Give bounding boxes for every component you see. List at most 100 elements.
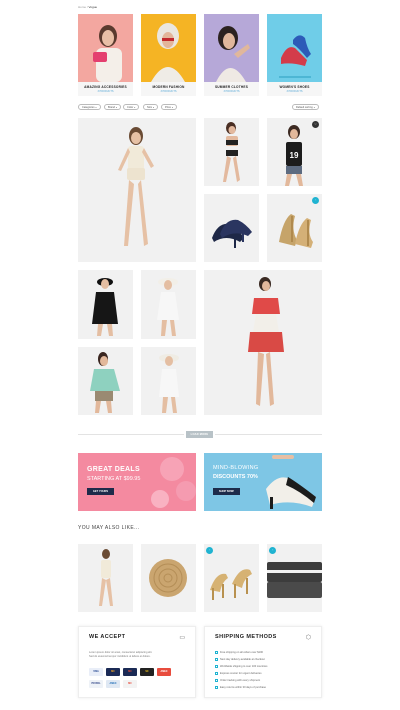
product-image: [279, 214, 313, 248]
category-tile-womens-shoes[interactable]: WOMEN'S SHOES 3 PRODUCTS: [267, 14, 322, 96]
card-icon: MC: [123, 680, 137, 688]
product-card-large[interactable]: [204, 270, 322, 415]
product-card[interactable]: [78, 347, 133, 415]
balloons-image: [151, 457, 196, 508]
filter-size[interactable]: Size▾: [143, 104, 159, 110]
promo-banner-discounts[interactable]: MIND-BLOWING DISCOUNTS 70% SHOP NOW!: [204, 453, 322, 511]
divider: [78, 434, 184, 435]
shipping-item: Next day delivery available at checkout: [215, 658, 311, 662]
chevron-down-icon: ▾: [134, 107, 136, 109]
product-card[interactable]: [204, 118, 259, 186]
category-image: [267, 14, 322, 82]
box-icon: ⬡: [305, 635, 311, 641]
load-more-button[interactable]: LOAD MORE: [186, 431, 213, 438]
chevron-down-icon: ▾: [95, 107, 97, 109]
svg-text:19: 19: [290, 151, 299, 160]
chevron-down-icon: ▾: [171, 107, 173, 109]
category-title: SUMMER CLOTHES: [214, 85, 249, 89]
we-accept-card: WE ACCEPT ▭ Lorem ipsum dolor sit amet, …: [78, 626, 196, 698]
related-product-card[interactable]: [141, 544, 196, 612]
cart-icon[interactable]: ◔: [206, 547, 213, 554]
category-count: 3 PRODUCTS: [223, 90, 240, 93]
category-image: [141, 14, 196, 82]
shipping-item: Free shipping on all orders over $100: [215, 651, 311, 655]
category-title: MODERN FASHION: [152, 85, 185, 89]
category-tile-accessories[interactable]: AMAZING ACCESSORIES 3 PRODUCTS: [78, 14, 133, 96]
shop-now-button[interactable]: SHOP NOW!: [213, 488, 240, 495]
chevron-down-icon: ▾: [313, 107, 315, 109]
category-title: WOMEN'S SHOES: [279, 85, 310, 89]
related-product-card[interactable]: [78, 544, 133, 612]
category-count: 3 PRODUCTS: [160, 90, 177, 93]
product-image: [159, 354, 179, 413]
product-image: [212, 219, 252, 248]
product-card[interactable]: [78, 270, 133, 339]
product-card[interactable]: [141, 270, 196, 339]
category-count: 3 PRODUCTS: [97, 90, 114, 93]
paypal-icon: PAYPAL: [89, 680, 103, 688]
check-icon: [215, 686, 218, 689]
related-product-card[interactable]: ◔: [204, 544, 259, 612]
card-title: SHIPPING METHODS: [215, 634, 277, 640]
product-image: [223, 122, 240, 182]
promo-banner-deals[interactable]: GREAT DEALS STARTING AT $99.95 GET YOURS: [78, 453, 196, 511]
category-tile-modern-fashion[interactable]: MODERN FASHION 3 PRODUCTS: [141, 14, 196, 96]
category-image: [204, 14, 259, 82]
product-card[interactable]: [141, 347, 196, 415]
card-title: WE ACCEPT: [89, 634, 126, 640]
sort-select[interactable]: Default sorting▾: [292, 104, 319, 110]
category-title: AMAZING ACCESSORIES: [84, 85, 127, 89]
product-image: [99, 549, 113, 606]
cart-icon[interactable]: ◔: [312, 197, 319, 204]
banner-subtitle: STARTING AT $99.95: [87, 476, 141, 482]
mastercard-icon: MC: [106, 668, 120, 676]
product-image: [90, 352, 120, 413]
category-tile-summer-clothes[interactable]: SUMMER CLOTHES 3 PRODUCTS: [204, 14, 259, 96]
shipping-item: Express courier for urgent deliveries: [215, 672, 311, 676]
product-card[interactable]: 19 ♡: [267, 118, 322, 186]
breadcrumb-current: Vogue: [88, 5, 98, 9]
product-card[interactable]: ◔: [267, 194, 322, 262]
breadcrumb: Home / Vogue: [78, 5, 97, 9]
visa-icon: VISA: [89, 668, 103, 676]
cart-icon[interactable]: ◔: [269, 547, 276, 554]
wishlist-icon[interactable]: ♡: [312, 121, 319, 128]
shipping-item: Easy returns within 30 days of purchase: [215, 686, 311, 690]
product-image: [248, 277, 284, 406]
card-icon: AMEX: [157, 668, 171, 676]
banner-title: GREAT DEALS: [87, 466, 140, 473]
chevron-down-icon: ▾: [115, 107, 117, 109]
check-icon: [215, 665, 218, 668]
product-image: [118, 127, 154, 246]
category-count: 3 PRODUCTS: [286, 90, 303, 93]
banner-title: MIND-BLOWING: [213, 465, 259, 471]
get-yours-button[interactable]: GET YOURS: [87, 488, 114, 495]
related-product-card[interactable]: ◔: [267, 544, 322, 612]
credit-card-icon: ▭: [179, 635, 185, 641]
product-card-large[interactable]: [78, 118, 196, 262]
filter-color[interactable]: Color▾: [123, 104, 140, 110]
filter-categories[interactable]: Categories▾: [78, 104, 101, 110]
divider: [215, 434, 322, 435]
shoe-image: [266, 455, 316, 509]
filter-price[interactable]: Price▾: [161, 104, 177, 110]
category-image: [78, 14, 133, 82]
product-image: [210, 569, 252, 600]
check-icon: [215, 658, 218, 661]
filter-brand[interactable]: Brand▾: [104, 104, 121, 110]
product-image: [92, 278, 118, 336]
check-icon: [215, 679, 218, 682]
shipping-item: Worldwide shipping to over 100 countries: [215, 665, 311, 669]
amex-icon: AMEX: [106, 680, 120, 688]
product-image: [267, 562, 322, 598]
product-card[interactable]: [204, 194, 259, 262]
section-title: YOU MAY ALSO LIKE...: [78, 525, 140, 531]
shipping-item: Order tracking with every shipment: [215, 679, 311, 683]
breadcrumb-home[interactable]: Home: [78, 5, 86, 9]
product-image: [157, 278, 179, 336]
banner-subtitle: DISCOUNTS 70%: [213, 474, 258, 480]
card-icon: SC: [140, 668, 154, 676]
check-icon: [215, 672, 218, 675]
card-text: Sed do eiusmod tempor incididunt ut labo…: [89, 655, 151, 658]
product-image: [149, 559, 187, 597]
